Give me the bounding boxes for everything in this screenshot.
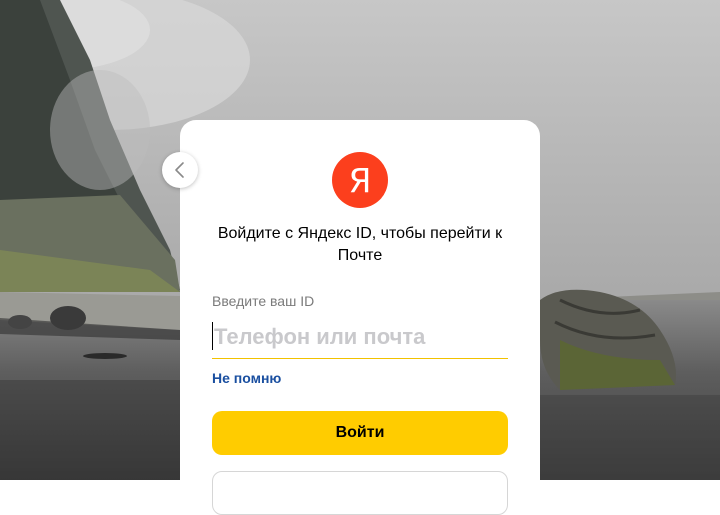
forgot-link[interactable]: Не помню	[212, 370, 281, 386]
yandex-logo: Я	[332, 152, 388, 208]
login-card: Я Войдите с Яндекс ID, чтобы перейти к П…	[180, 120, 540, 515]
chevron-left-icon	[175, 162, 184, 178]
back-button[interactable]	[162, 152, 198, 188]
login-input-wrapper	[212, 318, 510, 359]
login-button[interactable]: Войти	[212, 411, 508, 455]
yandex-logo-letter: Я	[348, 160, 372, 200]
secondary-button[interactable]	[212, 471, 508, 515]
login-field-label: Введите ваш ID	[212, 293, 315, 309]
page-title: Войдите с Яндекс ID, чтобы перейти к Поч…	[217, 225, 503, 264]
login-input[interactable]	[212, 318, 510, 356]
